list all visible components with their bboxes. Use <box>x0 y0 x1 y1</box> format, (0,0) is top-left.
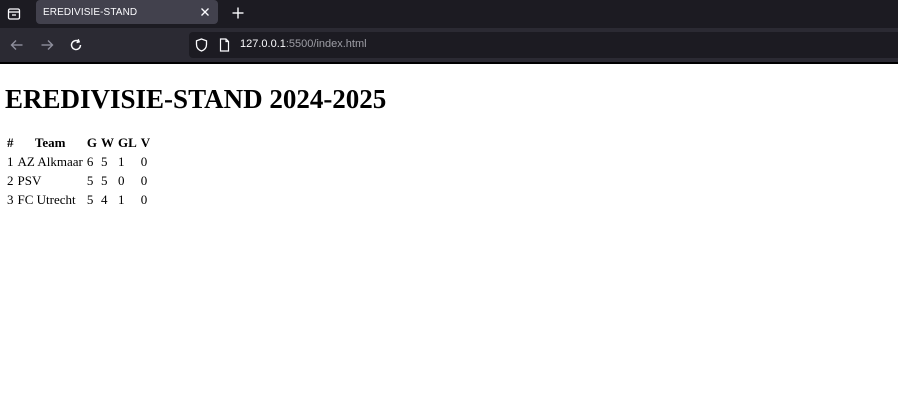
reload-icon <box>70 38 82 51</box>
cell-lost: 0 <box>140 173 148 188</box>
reload-button[interactable] <box>67 36 85 54</box>
cell-won: 5 <box>100 154 108 169</box>
cell-rank: 3 <box>7 192 14 207</box>
cell-played: 5 <box>86 192 94 207</box>
plus-icon <box>232 7 244 19</box>
cell-team: PSV <box>17 173 42 188</box>
new-tab-button[interactable] <box>228 3 248 23</box>
page-title: EREDIVISIE-STAND 2024-2025 <box>5 84 387 114</box>
cell-won: 5 <box>100 173 108 188</box>
cell-rank: 2 <box>7 173 14 188</box>
arrow-left-icon <box>10 40 23 50</box>
cell-drawn: 1 <box>117 154 125 169</box>
cell-won: 4 <box>100 192 108 207</box>
column-header-team: Team <box>34 135 66 150</box>
cell-lost: 0 <box>140 154 148 169</box>
cell-drawn: 1 <box>117 192 125 207</box>
table-row: 3 FC Utrecht 5 4 1 0 <box>6 191 151 208</box>
forward-button[interactable] <box>38 36 56 54</box>
column-header-rank: # <box>7 135 14 150</box>
cell-played: 6 <box>86 154 94 169</box>
column-header-played: G <box>86 135 97 150</box>
table-row: 2 PSV 5 5 0 0 <box>6 172 151 189</box>
page-icon[interactable] <box>219 38 230 57</box>
column-header-drawn: GL <box>117 135 137 150</box>
tab-list-button[interactable] <box>0 0 28 28</box>
cell-rank: 1 <box>7 154 14 169</box>
arrow-right-icon <box>41 40 54 50</box>
cell-team: AZ Alkmaar <box>17 154 83 169</box>
cell-team: FC Utrecht <box>17 192 76 207</box>
table-header-row: # Team G W GL V <box>6 134 151 151</box>
url-path: :5500/index.html <box>285 38 367 50</box>
cell-lost: 0 <box>140 192 148 207</box>
tab-title: EREDIVISIE-STAND <box>43 6 138 18</box>
back-button[interactable] <box>8 36 26 54</box>
column-header-won: W <box>100 135 114 150</box>
page-content: EREDIVISIE-STAND 2024-2025 # Team G W GL… <box>0 64 898 400</box>
url-text[interactable]: 127.0.0.1:5500/index.html <box>240 38 367 50</box>
tab-close-button[interactable] <box>196 3 214 21</box>
cell-played: 5 <box>86 173 94 188</box>
shield-icon[interactable] <box>195 38 208 57</box>
url-host: 127.0.0.1 <box>240 38 286 50</box>
column-header-lost: V <box>140 135 151 150</box>
cell-drawn: 0 <box>117 173 125 188</box>
tab-bar: EREDIVISIE-STAND <box>0 0 898 28</box>
standings-table: # Team G W GL V 1 AZ Alkmaar 6 5 1 0 2 P… <box>4 132 153 210</box>
tab-eredivisie-stand[interactable]: EREDIVISIE-STAND <box>36 0 218 24</box>
navigation-toolbar: 127.0.0.1:5500/index.html <box>0 28 898 62</box>
tab-list-icon <box>7 8 21 20</box>
url-bar[interactable]: 127.0.0.1:5500/index.html <box>189 32 898 58</box>
close-icon <box>201 8 209 16</box>
table-row: 1 AZ Alkmaar 6 5 1 0 <box>6 153 151 170</box>
